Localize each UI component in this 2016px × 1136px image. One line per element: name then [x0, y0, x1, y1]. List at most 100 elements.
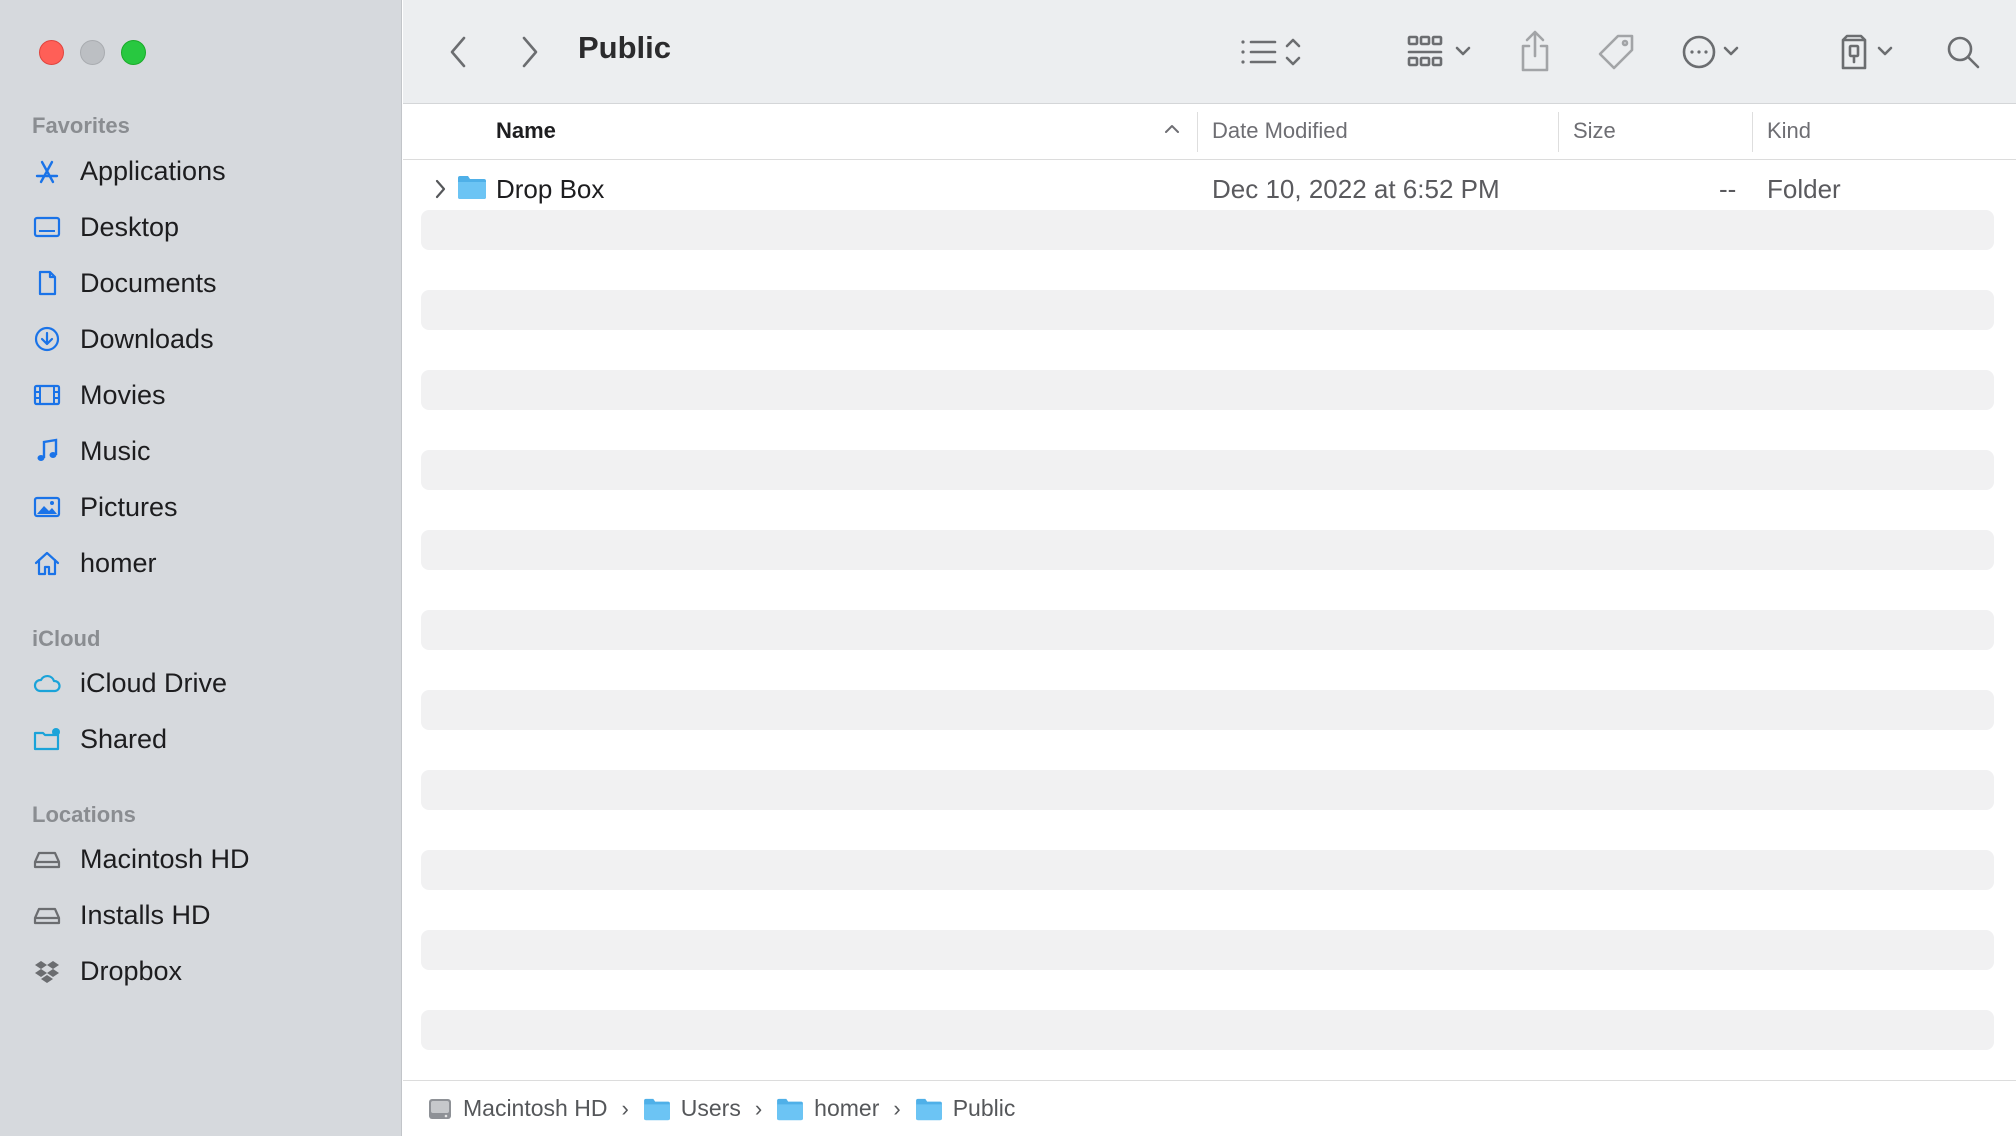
ellipsis-circle-icon [1682, 35, 1739, 69]
folder-icon [915, 1098, 942, 1120]
home-folder-icon [777, 1098, 804, 1120]
sidebar-item-label: Movies [80, 379, 166, 410]
path-item-macintosh-hd[interactable]: Macintosh HD [427, 1095, 607, 1122]
share-button[interactable] [1513, 26, 1557, 76]
empty-row [421, 210, 1994, 250]
applications-icon [30, 154, 64, 188]
column-divider[interactable] [1558, 112, 1559, 152]
empty-row [421, 1010, 1994, 1050]
table-row[interactable]: Drop Box Dec 10, 2022 at 6:52 PM -- Fold… [421, 170, 1994, 210]
back-button[interactable] [441, 30, 477, 74]
grid-group-icon [1407, 35, 1471, 67]
file-date-modified: Dec 10, 2022 at 6:52 PM [1212, 174, 1500, 204]
column-header-kind[interactable]: Kind [1767, 118, 1811, 144]
empty-row [421, 930, 1994, 970]
column-divider[interactable] [1752, 112, 1753, 152]
sidebar-item-shared[interactable]: Shared [30, 716, 390, 762]
sidebar-item-macintosh-hd[interactable]: Macintosh HD [30, 836, 390, 882]
file-size: -- [1719, 174, 1737, 204]
view-options-button[interactable] [1237, 30, 1317, 74]
disclosure-triangle-icon[interactable] [433, 176, 449, 202]
forward-button[interactable] [511, 30, 547, 74]
dropbox-box-icon [1841, 34, 1893, 70]
path-item-label: Users [680, 1095, 741, 1121]
path-item-homer[interactable]: homer [776, 1095, 879, 1122]
group-button[interactable] [1405, 30, 1485, 74]
empty-row [421, 530, 1994, 570]
sidebar-item-music[interactable]: Music [30, 428, 390, 474]
chevron-left-icon [450, 36, 466, 68]
sidebar-item-pictures[interactable]: Pictures [30, 484, 390, 530]
sidebar-item-label: Applications [80, 155, 226, 186]
tags-button[interactable] [1591, 28, 1641, 76]
sidebar-item-label: homer [80, 547, 157, 578]
favorites-section-title: Favorites [32, 113, 130, 138]
path-item-label: homer [814, 1095, 880, 1121]
sidebar-item-icloud-drive[interactable]: iCloud Drive [30, 660, 390, 706]
column-header-size[interactable]: Size [1573, 118, 1616, 144]
sidebar-item-homer[interactable]: homer [30, 540, 390, 586]
list-view-icon [1241, 38, 1301, 66]
download-icon [30, 322, 64, 356]
file-name: Drop Box [496, 174, 605, 204]
empty-row [421, 290, 1994, 330]
path-separator: › [754, 1095, 763, 1121]
sidebar-item-label: Downloads [80, 323, 214, 354]
tag-icon [1598, 34, 1634, 70]
sidebar-item-downloads[interactable]: Downloads [30, 316, 390, 362]
path-separator: › [893, 1095, 901, 1121]
cloud-icon [30, 666, 64, 700]
path-item-public[interactable]: Public [915, 1095, 1015, 1122]
path-separator: › [621, 1095, 629, 1121]
folder-icon [458, 176, 486, 199]
zoom-window-button[interactable] [121, 40, 146, 65]
home-icon [30, 546, 64, 580]
sidebar-item-label: Music [80, 435, 151, 466]
photo-icon [30, 490, 64, 524]
sidebar-item-label: Shared [80, 723, 168, 754]
sidebar-item-dropbox[interactable]: Dropbox [30, 948, 390, 994]
folder-icon [643, 1098, 670, 1120]
sidebar-item-label: Pictures [80, 491, 178, 522]
column-divider[interactable] [1197, 112, 1198, 152]
sidebar-item-label: Documents [80, 267, 217, 298]
empty-row [421, 850, 1994, 890]
empty-row [421, 770, 1994, 810]
icloud-section-title: iCloud [32, 626, 101, 651]
sidebar-item-desktop[interactable]: Desktop [30, 204, 390, 250]
sidebar-item-label: Macintosh HD [80, 843, 250, 874]
more-actions-button[interactable] [1679, 30, 1759, 74]
sidebar-item-documents[interactable]: Documents [30, 260, 390, 306]
film-icon [30, 378, 64, 412]
sidebar-item-movies[interactable]: Movies [30, 372, 390, 418]
sidebar-item-label: Dropbox [80, 955, 183, 986]
sidebar-item-label: Installs HD [80, 899, 211, 930]
empty-row [421, 370, 1994, 410]
sidebar-item-label: iCloud Drive [80, 667, 228, 698]
minimize-window-button[interactable] [80, 40, 105, 65]
desktop-icon [30, 210, 64, 244]
search-icon [1947, 36, 1980, 69]
file-kind: Folder [1767, 174, 1841, 204]
document-icon [30, 266, 64, 300]
empty-row [421, 690, 1994, 730]
toolbar: Public [403, 0, 2016, 104]
close-window-button[interactable] [39, 40, 64, 65]
path-item-users[interactable]: Users [643, 1095, 741, 1122]
path-item-label: Macintosh HD [463, 1095, 608, 1121]
locations-section-title: Locations [32, 802, 136, 827]
sidebar-item-installs-hd[interactable]: Installs HD [30, 892, 390, 938]
sort-ascending-icon[interactable] [1163, 120, 1181, 138]
drive-icon [30, 842, 64, 876]
dropbox-icon [30, 954, 64, 988]
window-title: Public [578, 30, 672, 65]
sidebar-item-label: Desktop [80, 211, 180, 242]
sidebar-item-applications[interactable]: Applications [30, 148, 390, 194]
dropbox-toolbar-button[interactable] [1837, 30, 1907, 74]
search-button[interactable] [1941, 30, 1985, 74]
chevron-right-icon [522, 36, 538, 68]
column-header-name[interactable]: Name [496, 118, 556, 144]
path-bar: Macintosh HD › Users › homer › Public [403, 1080, 2016, 1136]
column-header-date-modified[interactable]: Date Modified [1212, 118, 1348, 144]
music-note-icon [30, 434, 64, 468]
